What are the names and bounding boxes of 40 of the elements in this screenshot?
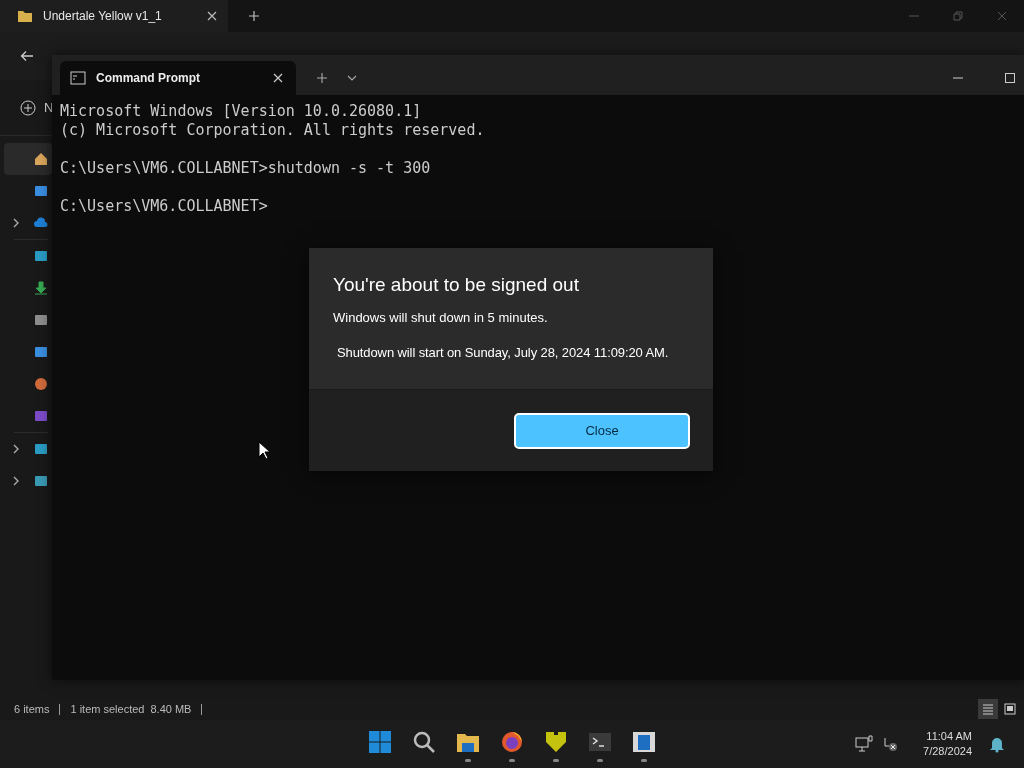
- list-icon: [981, 702, 995, 716]
- browser-icon[interactable]: [500, 730, 524, 754]
- plus-circle-icon[interactable]: [20, 99, 36, 116]
- console-icon: [70, 70, 86, 86]
- selection-size: 8.40 MB: [150, 703, 192, 715]
- search-icon[interactable]: [412, 730, 436, 754]
- console-line: C:\Users\VM6.COLLABNET>shutdown -s -t 300: [60, 159, 432, 178]
- dialog-detail: Shutdown will start on Sunday, July 28, 2024 11:09:20 AM.: [337, 345, 670, 360]
- sidebar-item[interactable]: [4, 143, 52, 175]
- chevron-icon[interactable]: [12, 476, 20, 486]
- mouse-pointer-icon: [258, 441, 270, 460]
- heart-icon[interactable]: [544, 730, 568, 754]
- clock-time[interactable]: 11:04 AM: [926, 729, 972, 744]
- start-icon[interactable]: [368, 730, 392, 754]
- new-tab-icon[interactable]: [316, 72, 328, 84]
- home-icon: [34, 152, 48, 166]
- clock-date[interactable]: 7/28/2024: [923, 744, 972, 759]
- download-icon: [34, 281, 48, 295]
- bell-icon[interactable]: [988, 735, 1006, 753]
- window-icon[interactable]: [632, 730, 656, 754]
- close-icon[interactable]: [206, 10, 218, 22]
- new-button-label[interactable]: N: [44, 100, 54, 115]
- dialog-title: You're about to be signed out: [333, 274, 580, 296]
- disconnected-icon[interactable]: [881, 735, 900, 753]
- maximize-icon[interactable]: [1004, 72, 1016, 84]
- new-tab-icon[interactable]: [248, 10, 260, 22]
- chevron-icon[interactable]: [12, 218, 20, 228]
- selection-info: 1 item selected: [70, 703, 145, 715]
- preview-icon: [1003, 702, 1017, 716]
- close-button[interactable]: Close: [514, 412, 690, 449]
- console-line: Microsoft Windows [Version 10.0.26080.1]: [60, 102, 423, 121]
- console-line: C:\Users\VM6.COLLABNET>: [60, 197, 269, 216]
- folder-icon: [17, 8, 33, 24]
- dialog-message: Windows will shut down in 5 minutes.: [333, 310, 549, 325]
- back-arrow-icon[interactable]: [20, 49, 34, 63]
- console-line: (c) Microsoft Corporation. All rights reserved.: [60, 121, 486, 140]
- chevron-icon[interactable]: [12, 444, 20, 454]
- terminal-icon[interactable]: [588, 730, 612, 754]
- cloud-icon: [34, 216, 48, 230]
- item-count: 6 items: [14, 703, 50, 715]
